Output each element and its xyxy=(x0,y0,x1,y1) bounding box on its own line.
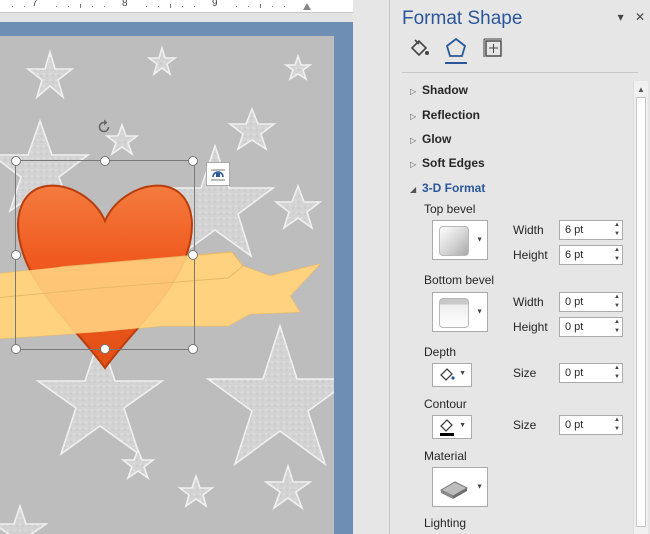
selection-frame[interactable] xyxy=(15,160,195,350)
expand-arrow-icon: ▷ xyxy=(410,136,417,145)
lighting-label: Lighting xyxy=(424,516,467,530)
depth-size-label: Size xyxy=(513,366,537,380)
top-width-label: Width xyxy=(513,223,544,237)
section-shadow[interactable]: ▷ Shadow xyxy=(410,83,468,97)
pane-separator xyxy=(402,72,638,73)
spinner-arrows-icon[interactable]: ▲ ▼ xyxy=(614,416,620,434)
close-icon[interactable]: ✕ xyxy=(635,10,645,24)
spinner-arrows-icon[interactable]: ▲ ▼ xyxy=(614,221,620,239)
depth-size-input[interactable]: 0 pt ▲ ▼ xyxy=(559,363,623,383)
ruler-mark-9: 9 xyxy=(212,0,218,9)
dropdown-arrow-icon: ▼ xyxy=(476,308,483,316)
resize-handle-top[interactable] xyxy=(100,156,110,166)
depth-label: Depth xyxy=(424,345,457,359)
resize-handle-bottom-right[interactable] xyxy=(188,344,198,354)
ruler-mark-7: 7 xyxy=(32,0,38,9)
resize-handle-top-left[interactable] xyxy=(11,156,21,166)
bevel-preview-icon xyxy=(439,226,469,256)
section-reflection[interactable]: ▷ Reflection xyxy=(410,108,480,122)
bottom-bevel-width-input[interactable]: 0 pt ▲ ▼ xyxy=(559,292,623,312)
contour-size-input[interactable]: 0 pt ▲ ▼ xyxy=(559,415,623,435)
resize-handle-right[interactable] xyxy=(188,250,198,260)
top-bevel-picker[interactable]: ▼ xyxy=(432,220,488,260)
active-tab-indicator xyxy=(445,62,467,64)
ruler-tick xyxy=(80,4,81,8)
effects-pentagon-icon[interactable] xyxy=(444,36,468,60)
spinner-arrows-icon[interactable]: ▲ ▼ xyxy=(614,293,620,311)
size-properties-icon[interactable] xyxy=(481,36,505,60)
document-canvas[interactable]: 7 8 9 xyxy=(0,0,353,534)
spinner-arrows-icon[interactable]: ▲ ▼ xyxy=(614,246,620,264)
section-glow[interactable]: ▷ Glow xyxy=(410,132,451,146)
ruler-tick xyxy=(170,4,171,8)
dropdown-arrow-icon: ▼ xyxy=(476,236,483,244)
top-bevel-label: Top bevel xyxy=(424,202,476,216)
bevel-preview-icon xyxy=(439,298,469,328)
collapse-arrow-icon: ◢ xyxy=(410,185,417,194)
contour-label: Contour xyxy=(424,397,467,411)
material-picker[interactable]: ▼ xyxy=(432,467,488,507)
resize-handle-bottom[interactable] xyxy=(100,344,110,354)
spinner-arrows-icon[interactable]: ▲ ▼ xyxy=(614,364,620,382)
expand-arrow-icon: ▷ xyxy=(410,112,417,121)
ruler-mark-8: 8 xyxy=(122,0,128,9)
indent-marker[interactable] xyxy=(303,3,311,10)
depth-color-picker[interactable]: ▼ xyxy=(432,363,472,387)
expand-arrow-icon: ▷ xyxy=(410,87,417,96)
fill-line-icon[interactable] xyxy=(407,36,431,60)
paint-bucket-icon xyxy=(440,368,455,381)
dropdown-arrow-icon: ▼ xyxy=(476,483,483,491)
resize-handle-left[interactable] xyxy=(11,250,21,260)
material-label: Material xyxy=(424,449,467,463)
section-3d-format[interactable]: ◢ 3-D Format xyxy=(410,181,485,195)
bottom-bevel-picker[interactable]: ▼ xyxy=(432,292,488,332)
dropdown-arrow-icon: ▼ xyxy=(459,422,466,429)
top-height-label: Height xyxy=(513,248,548,262)
material-preview-icon xyxy=(439,481,469,499)
layout-options-button[interactable] xyxy=(206,162,230,186)
pane-options-dropdown[interactable]: ▾ xyxy=(618,10,624,24)
layout-options-icon xyxy=(211,169,225,181)
spinner-arrows-icon[interactable]: ▲ ▼ xyxy=(614,318,620,336)
pane-scrollbar[interactable]: ▲ xyxy=(633,81,648,534)
resize-handle-bottom-left[interactable] xyxy=(11,344,21,354)
scroll-thumb[interactable] xyxy=(636,97,646,527)
contour-color-picker[interactable]: ▼ xyxy=(432,415,472,439)
format-shape-pane: Format Shape ▾ ✕ ▷ Shadow ▷ Reflection ▷ Gl… xyxy=(389,0,650,534)
paint-bucket-icon xyxy=(440,419,454,436)
section-soft-edges[interactable]: ▷ Soft Edges xyxy=(410,156,485,170)
workspace-gap xyxy=(353,0,389,534)
top-bevel-height-input[interactable]: 6 pt ▲ ▼ xyxy=(559,245,623,265)
pane-title: Format Shape xyxy=(402,8,523,29)
ruler-tick xyxy=(260,4,261,8)
top-bevel-width-input[interactable]: 6 pt ▲ ▼ xyxy=(559,220,623,240)
bottom-width-label: Width xyxy=(513,295,544,309)
horizontal-ruler[interactable]: 7 8 9 xyxy=(0,0,353,13)
contour-size-label: Size xyxy=(513,418,537,432)
rotate-handle-icon[interactable] xyxy=(96,119,112,135)
bottom-height-label: Height xyxy=(513,320,548,334)
scroll-up-icon[interactable]: ▲ xyxy=(637,85,645,94)
dropdown-arrow-icon: ▼ xyxy=(459,370,466,377)
resize-handle-top-right[interactable] xyxy=(188,156,198,166)
expand-arrow-icon: ▷ xyxy=(410,160,417,169)
bottom-bevel-label: Bottom bevel xyxy=(424,273,495,287)
bottom-bevel-height-input[interactable]: 0 pt ▲ ▼ xyxy=(559,317,623,337)
